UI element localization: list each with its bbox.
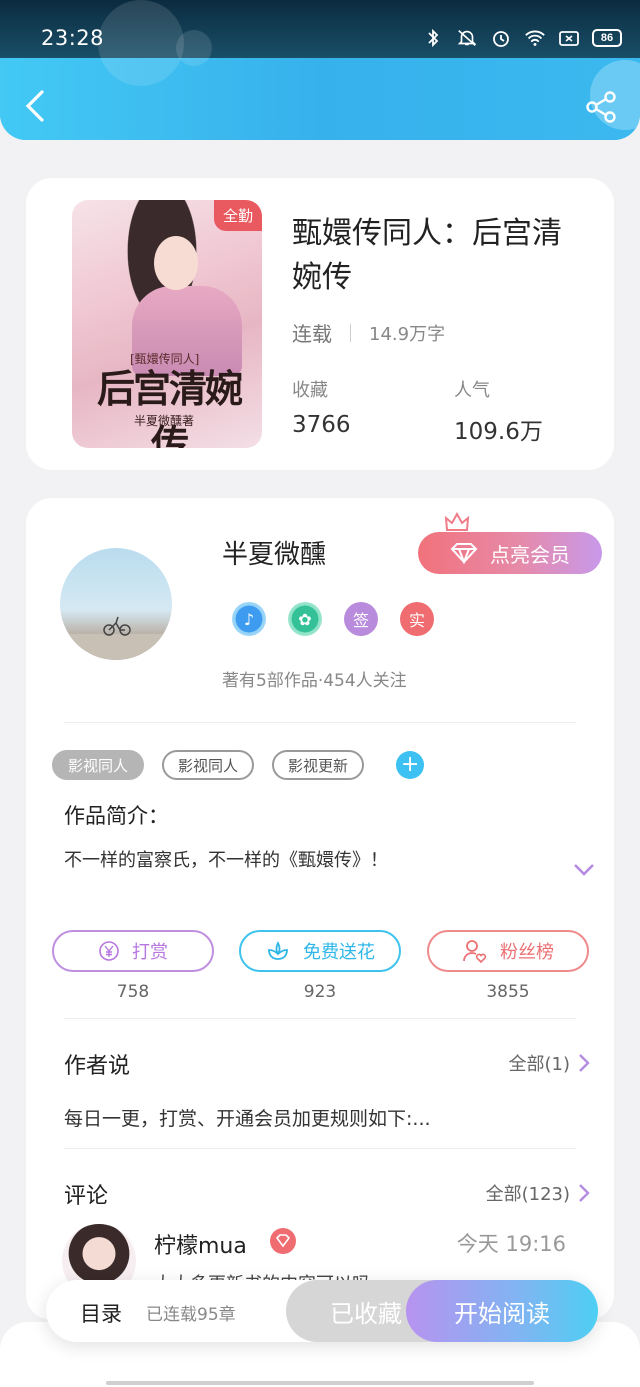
fan-count: 3855 [486,982,530,1002]
decor-bubble [176,30,212,66]
book-info-card: [甄嬛传同人] 后宫清婉传 半夏微醺著 全勤 甄嬛传同人：后宫清婉传 连载 14… [26,178,614,470]
music-badge-icon[interactable]: ♪ [232,602,266,636]
send-flower-button[interactable]: 免费送花 [239,930,401,972]
send-flower-label: 免费送花 [303,942,375,963]
book-meta: 连载 14.9万字 [292,318,445,347]
vip-diamond-icon [270,1228,296,1254]
book-cover[interactable]: [甄嬛传同人] 后宫清婉传 半夏微醺著 全勤 [72,200,262,448]
yen-coin-icon [99,941,119,961]
favorites-value: 3766 [292,412,351,438]
comments-more-link[interactable]: 全部(123) [486,1180,590,1206]
word-count: 14.9万字 [369,323,446,345]
wifi-icon [525,30,545,46]
start-reading-label: 开始阅读 [454,1299,550,1328]
author-say-text[interactable]: 每日一更，打赏、开通会员加更规则如下:... [64,1104,431,1131]
reward-button[interactable]: 打赏 [52,930,214,972]
chevron-right-icon [579,1184,590,1202]
serial-status: 连载 [292,322,332,346]
divider [64,722,576,723]
fan-ranking-label: 粉丝榜 [500,942,554,963]
cover-title: 后宫清婉传 [96,366,243,448]
share-icon[interactable] [584,90,618,124]
bluetooth-icon [428,28,439,48]
full-attendance-badge: 全勤 [213,200,262,231]
start-reading-button[interactable]: 开始阅读 [406,1280,598,1342]
author-say-more-link[interactable]: 全部(1) [509,1050,591,1076]
fan-heart-icon [463,940,487,964]
crown-icon [444,512,470,531]
signed-badge[interactable]: 签 [344,602,378,636]
diamond-icon [450,543,478,564]
author-badges: ♪ ✿ 签 实 [232,602,434,636]
header: 23:28 86 [0,0,640,140]
popularity-label: 人气 [454,380,490,401]
chapter-count: 已连载95章 [146,1305,236,1325]
popularity-value: 109.6万 [454,419,543,445]
reward-label: 打赏 [132,942,168,963]
status-time: 23:28 [41,26,105,50]
chevron-right-icon [579,1054,590,1072]
status-icons: 86 [422,28,622,48]
divider [64,1148,576,1149]
alarm-icon [493,31,509,47]
flower-icon [268,940,288,960]
author-stats: 著有5部作品·454人关注 [222,671,407,691]
tag-item[interactable]: 影视同人 [162,750,255,780]
decor-bubble [98,0,184,86]
tag-item[interactable]: 影视同人 [52,750,145,780]
vip-button-label: 点亮会员 [490,542,570,567]
author-name[interactable]: 半夏微醺 [222,534,326,571]
favorites-label: 收藏 [292,380,328,401]
cyclist-figure [103,616,131,636]
header-band [0,56,640,140]
tag-item[interactable]: 影视更新 [272,750,365,780]
add-tag-button[interactable]: + [396,751,425,779]
author-say-more-label: 全部(1) [508,1054,571,1075]
flower-count: 923 [303,982,337,1002]
table-of-contents-button[interactable]: 目录 [80,1298,122,1328]
cover-author: 半夏微醺著 [134,414,195,428]
fan-ranking-button[interactable]: 粉丝榜 [427,930,589,972]
intro-title: 作品简介： [64,804,169,828]
expand-chevron-icon[interactable] [572,860,596,878]
meta-divider [350,323,351,342]
commenter-name[interactable]: 柠檬mua [154,1228,247,1260]
author-avatar[interactable] [60,548,172,660]
back-button[interactable] [20,88,50,124]
comments-more-label: 全部(123) [485,1184,570,1205]
author-say-title: 作者说 [64,1054,131,1079]
flower-badge-icon[interactable]: ✿ [288,602,322,636]
activate-vip-button[interactable]: 点亮会员 [418,532,602,574]
divider [64,1018,576,1019]
bottom-action-bar: 目录 已连载95章 已收藏 开始阅读 [46,1280,598,1342]
intro-text: 不一样的富察氏，不一样的《甄嬛传》！ [64,850,388,871]
comment-time: 今天 19:16 [456,1232,566,1256]
home-indicator[interactable] [106,1381,534,1385]
mute-bell-icon [457,30,477,46]
favorited-label: 已收藏 [330,1299,402,1328]
battery-indicator: 86 [592,29,622,47]
tag-list: 影视同人 影视同人 影视更新 + [52,750,425,780]
book-title: 甄嬛传同人：后宫清婉传 [292,216,562,295]
sim-icon [559,31,579,46]
detail-card: 半夏微醺 点亮会员 ♪ ✿ 签 实 著有5部作品·454人关注 影视同人 影视同… [26,498,614,1320]
reward-count: 758 [116,982,150,1002]
comments-title: 评论 [64,1184,109,1209]
verified-badge[interactable]: 实 [400,602,434,636]
